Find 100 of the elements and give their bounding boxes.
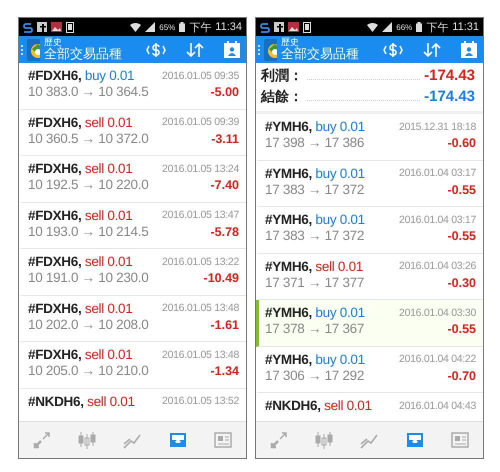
trade-time: 2016.01.04 04:43: [399, 400, 476, 412]
image-icon: [51, 22, 62, 32]
ampm-label: 下午: [426, 20, 448, 34]
trade-title: #NKDH6, sell 0.01: [28, 394, 136, 408]
clock-time: 11:34: [215, 21, 242, 33]
summary-value: -174.43: [424, 88, 475, 105]
trade-profit: -0.60: [446, 136, 476, 150]
screen-title: 歷史: [281, 38, 300, 47]
trade-row[interactable]: #YMH6, buy 0.01 2016.01.04 03:17 17 383 → 17 372 -0.55: [256, 160, 483, 207]
trade-title: #FDXH6, sell 0.01: [28, 161, 134, 176]
calendar-button[interactable]: [224, 41, 240, 58]
trade-title: #FDXH6, sell 0.01: [28, 347, 134, 362]
calendar-button[interactable]: [461, 41, 477, 58]
summary-label: 結餘：: [261, 88, 303, 106]
sort-button[interactable]: [423, 42, 441, 58]
menu-icon: [258, 44, 260, 54]
trade-profit: -3.11: [210, 132, 239, 146]
trade-row[interactable]: #YMH6, buy 0.01 2016.01.04 03:30 17 378 → 17 367 -0.55: [256, 300, 483, 346]
trade-time: 2016.01.05 09:39: [162, 116, 239, 128]
trade-profit: -1.61: [210, 318, 239, 332]
calendar-icon: [461, 41, 477, 58]
trade-prices: 17 383 → 17 372: [265, 228, 366, 243]
trade-prices: 10 360.5 → 10 372.0: [28, 130, 150, 146]
trade-time: 2016.01.04 03:17: [399, 214, 476, 226]
trade-title: #YMH6, buy 0.01: [265, 352, 366, 366]
trade-profit: -0.55: [446, 229, 476, 243]
trade-time: 2016.01.04 04:22: [399, 353, 476, 365]
trade-title: #YMH6, buy 0.01: [265, 305, 366, 320]
trade-title: #FDXH6, sell 0.01: [28, 300, 134, 316]
calendar-icon: [224, 41, 240, 58]
trade-title: #YMH6, buy 0.01: [265, 212, 366, 227]
trade-row[interactable]: #YMH6, sell 0.01 2016.01.04 03:26 17 371 → 17 377 -0.30: [256, 254, 483, 300]
trade-profit: -1.34: [210, 364, 239, 378]
clock-time: 11:31: [452, 21, 479, 33]
phone-icon: [66, 22, 74, 32]
trade-profit: -5.78: [210, 224, 239, 238]
wifi-icon: [130, 22, 142, 32]
screen-subtitle: 全部交易品種: [281, 47, 359, 62]
sort-button[interactable]: [186, 42, 204, 58]
trade-prices: 10 383.0 → 10 364.5: [28, 84, 150, 99]
trade-prices: 10 192.5 → 10 220.0: [28, 177, 150, 192]
trade-time: 2015.12.31 18:18: [399, 120, 476, 132]
trade-title: #FDXH6, buy 0.01: [28, 68, 136, 83]
summary-label: 利潤：: [261, 66, 303, 84]
trade-profit: -5.00: [210, 85, 239, 99]
currency-button[interactable]: [146, 42, 166, 58]
trade-title: #YMH6, buy 0.01: [265, 119, 366, 134]
trade-title: #YMH6, sell 0.01: [265, 258, 364, 274]
trade-prices: 10 202.0 → 10 208.0: [28, 316, 150, 332]
signal-icon: [382, 22, 392, 32]
trade-prices: 10 193.0 → 10 214.5: [28, 224, 150, 238]
candlestick-icon: [76, 429, 98, 451]
trade-time: 2016.01.05 13:22: [162, 256, 239, 268]
nav-tab[interactable]: [313, 429, 336, 451]
summary-value: -174.43: [424, 67, 475, 84]
dollar-arrows-icon: [383, 42, 403, 58]
trade-profit: -0.55: [446, 182, 476, 196]
dollar-arrows-icon: [146, 42, 166, 58]
trade-profit: -0.55: [446, 322, 476, 336]
trade-prices: 10 205.0 → 10 210.0: [28, 363, 150, 378]
trade-time: 2016.01.05 13:47: [162, 209, 239, 221]
battery-percent: 66%: [396, 22, 412, 32]
menu-icon: [21, 44, 24, 54]
trade-time: 2016.01.04 03:26: [399, 260, 476, 272]
nav-tab[interactable]: [76, 429, 98, 451]
phone-icon: [303, 22, 311, 32]
screen-title: 歷史: [44, 38, 63, 47]
battery-icon: [416, 22, 422, 32]
trade-time: 2016.01.05 13:48: [162, 302, 239, 314]
trade-prices: 17 306 → 17 292: [265, 368, 366, 382]
currency-button[interactable]: [383, 42, 403, 58]
trade-time: 2016.01.05 13:52: [162, 395, 239, 407]
trade-row[interactable]: #YMH6, buy 0.01 2016.01.04 04:22 17 306 → 17 292 -0.70: [256, 346, 483, 393]
screen-subtitle: 全部交易品種: [44, 47, 122, 62]
trade-title: #NKDH6, sell 0.01: [265, 398, 373, 413]
battery-percent: 65%: [159, 22, 176, 32]
sort-arrows-icon: [186, 42, 204, 58]
trade-profit: -10.49: [202, 271, 239, 285]
trade-profit: -7.40: [210, 178, 239, 192]
image-icon: [288, 22, 299, 32]
s-icon: [260, 22, 270, 32]
trade-time: 2016.01.04 03:30: [399, 306, 476, 318]
trade-title: #FDXH6, sell 0.01: [28, 208, 134, 222]
ampm-label: 下午: [189, 20, 212, 34]
battery-icon: [179, 22, 186, 32]
app-logo-icon: [27, 38, 40, 60]
trade-time: 2016.01.05 13:48: [162, 348, 239, 360]
trade-profit: -0.70: [446, 368, 476, 382]
trade-prices: 17 383 → 17 372: [265, 182, 366, 196]
wifi-icon: [367, 22, 378, 32]
trade-row[interactable]: #FDXH6, sell 0.01 2016.01.05 13:47 10 193.0 → 10 214.5 -5.78: [19, 202, 246, 249]
trade-prices: 17 398 → 17 386: [265, 135, 366, 150]
trade-prices: 17 378 → 17 367: [265, 321, 366, 336]
trade-row[interactable]: #FDXH6, sell 0.01 2016.01.05 13:48 10 202.0 → 10 208.0 -1.61: [19, 296, 246, 342]
trade-title: #FDXH6, sell 0.01: [28, 114, 134, 130]
trade-prices: 17 371 → 17 377: [265, 274, 366, 290]
s-icon: [23, 22, 33, 32]
signal-icon: [145, 22, 156, 32]
trade-row[interactable]: #FDXH6, sell 0.01 2016.01.05 09:39 10 360.5 → 10 372.0 -3.11: [19, 110, 246, 156]
trade-prices: 10 191.0 → 10 230.0: [28, 270, 150, 285]
